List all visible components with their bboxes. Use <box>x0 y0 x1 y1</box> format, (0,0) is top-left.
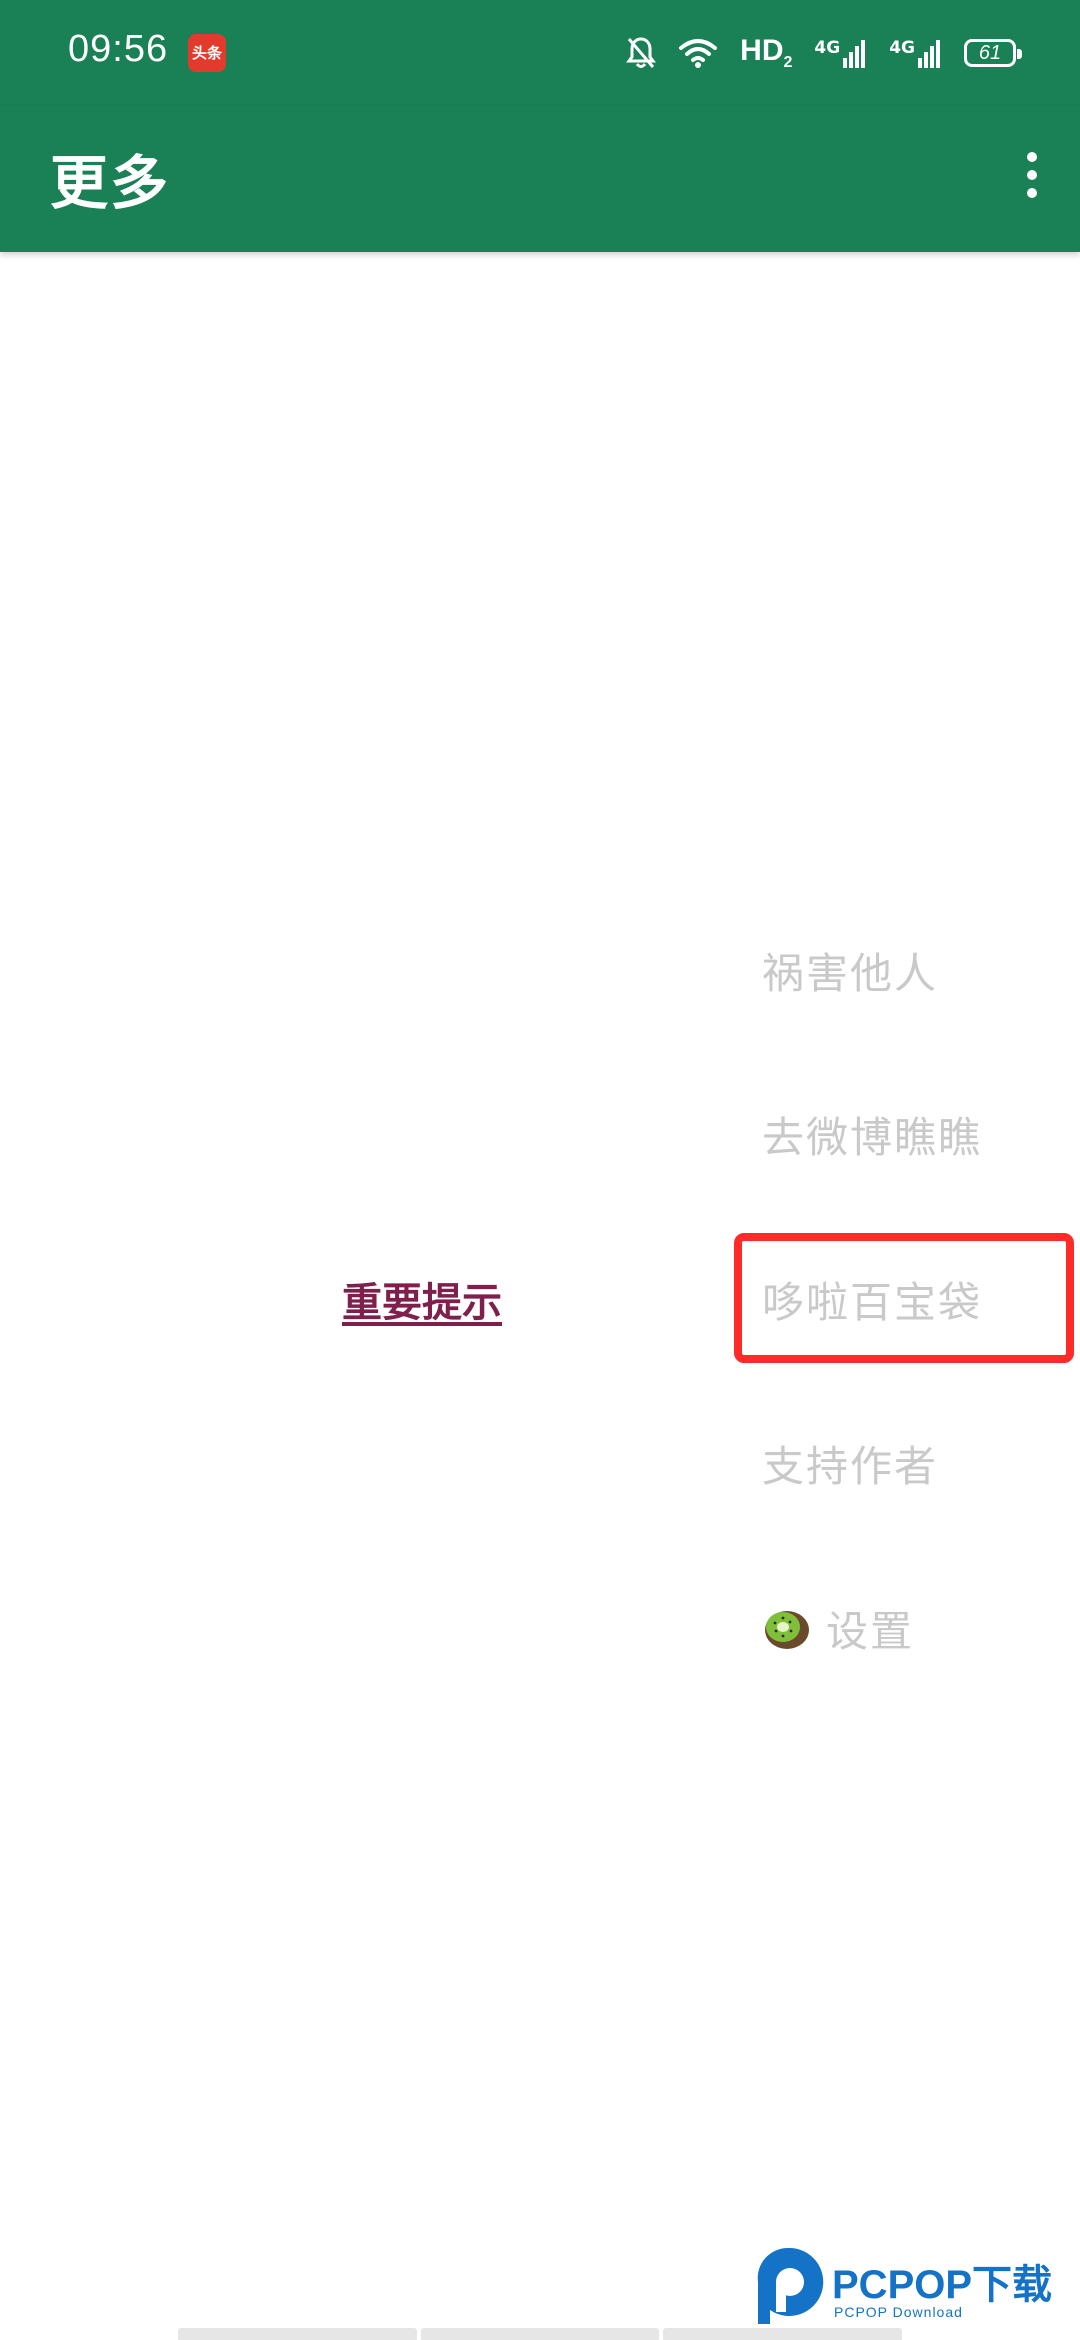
highlight-box <box>734 1233 1074 1363</box>
status-icons: HD2 4G 4G 61 <box>626 30 1022 76</box>
signal-bars-icon <box>843 40 866 68</box>
bottom-bar <box>178 2328 903 2340</box>
hd-icon: HD2 <box>740 34 792 72</box>
bell-off-icon <box>626 37 657 68</box>
signal-4g-icon: 4G <box>889 38 942 68</box>
network-label: 4G <box>814 38 841 58</box>
hd-label: HD <box>740 34 784 67</box>
watermark-subtitle: PCPOP Download <box>834 2304 963 2320</box>
menu-item-label: 支持作者 <box>762 1441 939 1491</box>
more-vert-icon[interactable] <box>1002 142 1062 208</box>
menu-item-support-author[interactable]: 支持作者 <box>762 1413 938 1513</box>
menu-item-label: 去微博瞧瞧 <box>762 1112 983 1162</box>
menu-item-label: 祸害他人 <box>762 948 939 998</box>
watermark: PCPOP下载 PCPOP Download <box>750 2244 1080 2334</box>
battery-icon: 61 <box>964 39 1022 67</box>
menu-item-label: 设置 <box>826 1606 915 1656</box>
battery-level: 61 <box>978 41 1002 64</box>
watermark-brand: PCPOP下载 <box>832 2263 1053 2307</box>
news-app-icon: 头条 <box>188 34 226 72</box>
menu-item-harm-others[interactable]: 祸害他人 <box>762 920 938 1020</box>
signal-4g-icon: 4G <box>814 38 867 68</box>
pcpop-logo-icon <box>757 2247 824 2324</box>
kiwi-icon <box>765 1611 809 1649</box>
app-bar: 更多 <box>0 106 1080 252</box>
hd-sub: 2 <box>783 54 793 71</box>
status-time: 09:56 <box>68 28 169 70</box>
wifi-icon <box>679 39 718 68</box>
menu-item-visit-weibo[interactable]: 去微博瞧瞧 <box>762 1084 982 1184</box>
network-label: 4G <box>889 38 915 58</box>
signal-bars-icon <box>918 40 940 68</box>
status-bar: 09:56 头条 HD2 4G 4G 61 <box>0 0 1080 106</box>
page-title: 更多 <box>50 149 171 217</box>
important-notice-link[interactable]: 重要提示 <box>342 1270 502 1328</box>
menu-item-settings[interactable]: 设置 <box>762 1578 914 1678</box>
